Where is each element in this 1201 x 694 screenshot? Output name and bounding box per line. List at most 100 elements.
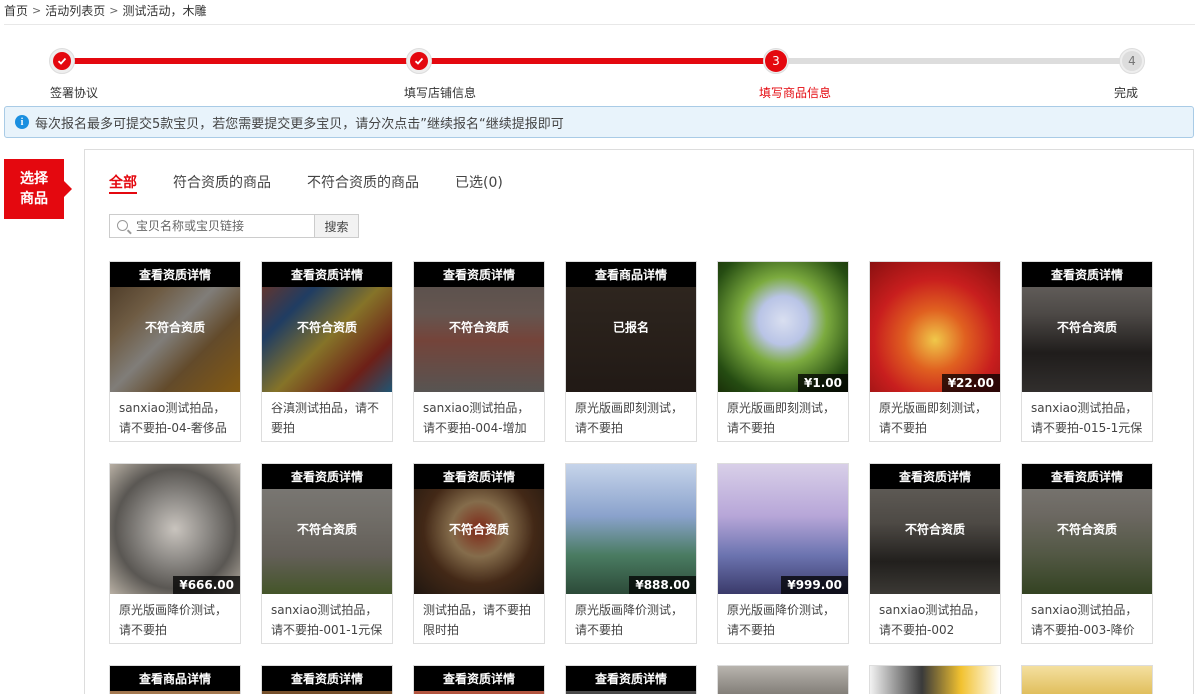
- product-card[interactable]: [717, 665, 849, 694]
- product-thumbnail[interactable]: 查看资质详情 不符合资质: [414, 464, 544, 594]
- qualification-status: 不符合资质: [296, 320, 357, 335]
- qualification-status: 不符合资质: [296, 522, 357, 537]
- product-card[interactable]: 查看资质详情: [565, 665, 697, 694]
- product-card[interactable]: ¥22.00 原光版画即刻测试，请不要拍: [869, 261, 1001, 442]
- product-thumbnail[interactable]: 查看商品详情: [110, 666, 240, 694]
- product-thumbnail[interactable]: 查看资质详情 不符合资质: [1022, 262, 1152, 392]
- view-details-link[interactable]: 查看资质详情: [1022, 262, 1152, 287]
- product-title[interactable]: 测试拍品，请不要拍限时拍: [414, 594, 544, 642]
- tab-all[interactable]: 全部: [109, 172, 137, 194]
- view-details-link[interactable]: 查看资质详情: [414, 666, 544, 691]
- view-details-link[interactable]: 查看资质详情: [566, 666, 696, 691]
- product-card[interactable]: 查看商品详情 已报名 原光版画即刻测试，请不要拍: [565, 261, 697, 442]
- view-details-link[interactable]: 查看资质详情: [262, 262, 392, 287]
- step-4-label: 完成: [1113, 86, 1139, 100]
- qualification-status: 已报名: [612, 320, 649, 335]
- tab-selected[interactable]: 已选(0): [455, 172, 503, 194]
- product-title[interactable]: 原光版画即刻测试，请不要拍: [718, 392, 848, 440]
- product-thumbnail[interactable]: [1022, 666, 1152, 694]
- product-image: [870, 262, 1000, 392]
- notice-text: 每次报名最多可提交5款宝贝，若您需要提交更多宝贝，请分次点击”继续报名“继续提报…: [35, 116, 564, 132]
- view-details-link[interactable]: 查看资质详情: [110, 262, 240, 287]
- search-input[interactable]: [110, 215, 314, 237]
- view-details-link[interactable]: 查看资质详情: [414, 262, 544, 287]
- product-card[interactable]: 查看资质详情 不符合资质 sanxiao测试拍品，请不要拍-003-降价: [1021, 463, 1153, 644]
- tab-qualified[interactable]: 符合资质的商品: [173, 172, 271, 194]
- product-title[interactable]: 原光版画即刻测试，请不要拍: [566, 392, 696, 440]
- product-thumbnail[interactable]: 查看资质详情 不符合资质: [262, 464, 392, 594]
- qualification-status: 不符合资质: [144, 320, 205, 335]
- search-button[interactable]: 搜索: [314, 214, 359, 238]
- breadcrumb-home[interactable]: 首页: [4, 2, 28, 20]
- product-card[interactable]: ¥666.00 原光版画降价测试，请不要拍: [109, 463, 241, 644]
- product-grid: 查看资质详情 不符合资质 sanxiao测试拍品，请不要拍-04-奢侈品 查看资…: [109, 261, 1153, 694]
- breadcrumb-current: 测试活动，木雕: [122, 4, 207, 18]
- product-card[interactable]: ¥999.00 原光版画降价测试，请不要拍: [717, 463, 849, 644]
- view-details-link[interactable]: 查看资质详情: [870, 464, 1000, 489]
- product-card[interactable]: 查看资质详情 不符合资质 sanxiao测试拍品，请不要拍-04-奢侈品: [109, 261, 241, 442]
- product-title[interactable]: 原光版画即刻测试，请不要拍: [870, 392, 1000, 440]
- product-title[interactable]: sanxiao测试拍品，请不要拍-04-奢侈品: [110, 392, 240, 440]
- product-thumbnail[interactable]: 查看资质详情: [566, 666, 696, 694]
- product-thumbnail[interactable]: [870, 666, 1000, 694]
- product-thumbnail[interactable]: ¥888.00: [566, 464, 696, 594]
- product-card[interactable]: [1021, 665, 1153, 694]
- product-card[interactable]: 查看资质详情 不符合资质 sanxiao测试拍品，请不要拍-015-1元保: [1021, 261, 1153, 442]
- product-card[interactable]: 查看资质详情: [413, 665, 545, 694]
- product-image: [110, 464, 240, 594]
- product-title[interactable]: sanxiao测试拍品，请不要拍-004-增加: [414, 392, 544, 440]
- product-card[interactable]: [869, 665, 1001, 694]
- product-title[interactable]: 原光版画降价测试，请不要拍: [566, 594, 696, 642]
- product-title[interactable]: 原光版画降价测试，请不要拍: [110, 594, 240, 642]
- product-card[interactable]: 查看资质详情 不符合资质 测试拍品，请不要拍限时拍: [413, 463, 545, 644]
- product-title[interactable]: sanxiao测试拍品，请不要拍-015-1元保: [1022, 392, 1152, 440]
- search-bar: 搜索: [109, 214, 359, 238]
- check-icon: [414, 57, 424, 65]
- price-badge: ¥666.00: [173, 576, 240, 594]
- product-card[interactable]: 查看资质详情: [261, 665, 393, 694]
- product-title[interactable]: sanxiao测试拍品，请不要拍-003-降价: [1022, 594, 1152, 642]
- product-card[interactable]: 查看资质详情 不符合资质 sanxiao测试拍品，请不要拍-001-1元保: [261, 463, 393, 644]
- product-card[interactable]: ¥1.00 原光版画即刻测试，请不要拍: [717, 261, 849, 442]
- product-thumbnail[interactable]: ¥22.00: [870, 262, 1000, 392]
- product-thumbnail[interactable]: ¥1.00: [718, 262, 848, 392]
- product-thumbnail[interactable]: 查看资质详情 不符合资质: [110, 262, 240, 392]
- notice-banner: i 每次报名最多可提交5款宝贝，若您需要提交更多宝贝，请分次点击”继续报名“继续…: [4, 106, 1194, 138]
- product-card[interactable]: ¥888.00 原光版画降价测试，请不要拍: [565, 463, 697, 644]
- product-thumbnail[interactable]: ¥666.00: [110, 464, 240, 594]
- product-thumbnail[interactable]: 查看资质详情 不符合资质: [262, 262, 392, 392]
- section-tag: 选择商品: [4, 159, 72, 219]
- view-details-link[interactable]: 查看资质详情: [262, 464, 392, 489]
- view-details-link[interactable]: 查看资质详情: [262, 666, 392, 691]
- product-thumbnail[interactable]: 查看资质详情 不符合资质: [414, 262, 544, 392]
- step-1-label: 签署协议: [49, 86, 99, 100]
- product-thumbnail[interactable]: 查看资质详情 不符合资质: [1022, 464, 1152, 594]
- qualification-status: 不符合资质: [1056, 320, 1117, 335]
- product-title[interactable]: sanxiao测试拍品，请不要拍-002: [870, 594, 1000, 642]
- divider: [4, 24, 1195, 25]
- product-title[interactable]: 原光版画降价测试，请不要拍: [718, 594, 848, 642]
- view-details-link[interactable]: 查看资质详情: [414, 464, 544, 489]
- product-card[interactable]: 查看资质详情 不符合资质 谷滇测试拍品，请不要拍: [261, 261, 393, 442]
- product-thumbnail[interactable]: 查看资质详情: [414, 666, 544, 694]
- chevron-right-icon: >: [109, 4, 119, 17]
- view-details-link[interactable]: 查看商品详情: [566, 262, 696, 287]
- view-details-link[interactable]: 查看资质详情: [1022, 464, 1152, 489]
- product-thumbnail[interactable]: 查看资质详情 不符合资质: [870, 464, 1000, 594]
- product-thumbnail[interactable]: 查看商品详情 已报名: [566, 262, 696, 392]
- view-details-link[interactable]: 查看商品详情: [110, 666, 240, 691]
- product-image: [718, 464, 848, 594]
- product-thumbnail[interactable]: [718, 666, 848, 694]
- product-card[interactable]: 查看资质详情 不符合资质 sanxiao测试拍品，请不要拍-004-增加: [413, 261, 545, 442]
- product-title[interactable]: sanxiao测试拍品，请不要拍-001-1元保: [262, 594, 392, 642]
- product-thumbnail[interactable]: ¥999.00: [718, 464, 848, 594]
- product-title[interactable]: 谷滇测试拍品，请不要拍: [262, 392, 392, 440]
- product-card[interactable]: 查看商品详情: [109, 665, 241, 694]
- product-image: [718, 666, 848, 694]
- breadcrumb-activity-list[interactable]: 活动列表页: [45, 2, 105, 20]
- tab-unqualified[interactable]: 不符合资质的商品: [307, 172, 419, 194]
- product-thumbnail[interactable]: 查看资质详情: [262, 666, 392, 694]
- qualification-status: 不符合资质: [904, 522, 965, 537]
- product-image: [566, 464, 696, 594]
- product-card[interactable]: 查看资质详情 不符合资质 sanxiao测试拍品，请不要拍-002: [869, 463, 1001, 644]
